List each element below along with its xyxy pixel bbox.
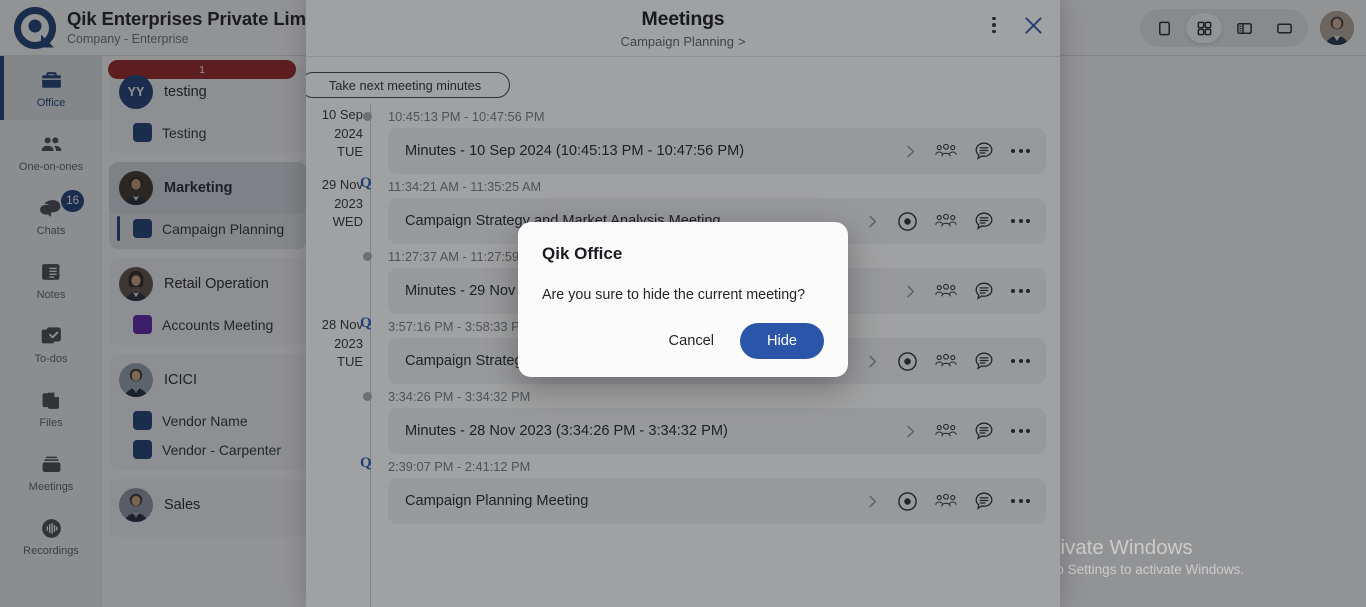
dialog-title: Qik Office — [542, 244, 824, 264]
cancel-button[interactable]: Cancel — [657, 325, 726, 357]
dialog-actions: Cancel Hide — [542, 323, 824, 359]
hide-button[interactable]: Hide — [740, 323, 824, 359]
confirm-dialog: Qik Office Are you sure to hide the curr… — [518, 222, 848, 377]
app-root: Qik Enterprises Private Limited Company … — [0, 0, 1366, 607]
dialog-message: Are you sure to hide the current meeting… — [542, 287, 824, 303]
